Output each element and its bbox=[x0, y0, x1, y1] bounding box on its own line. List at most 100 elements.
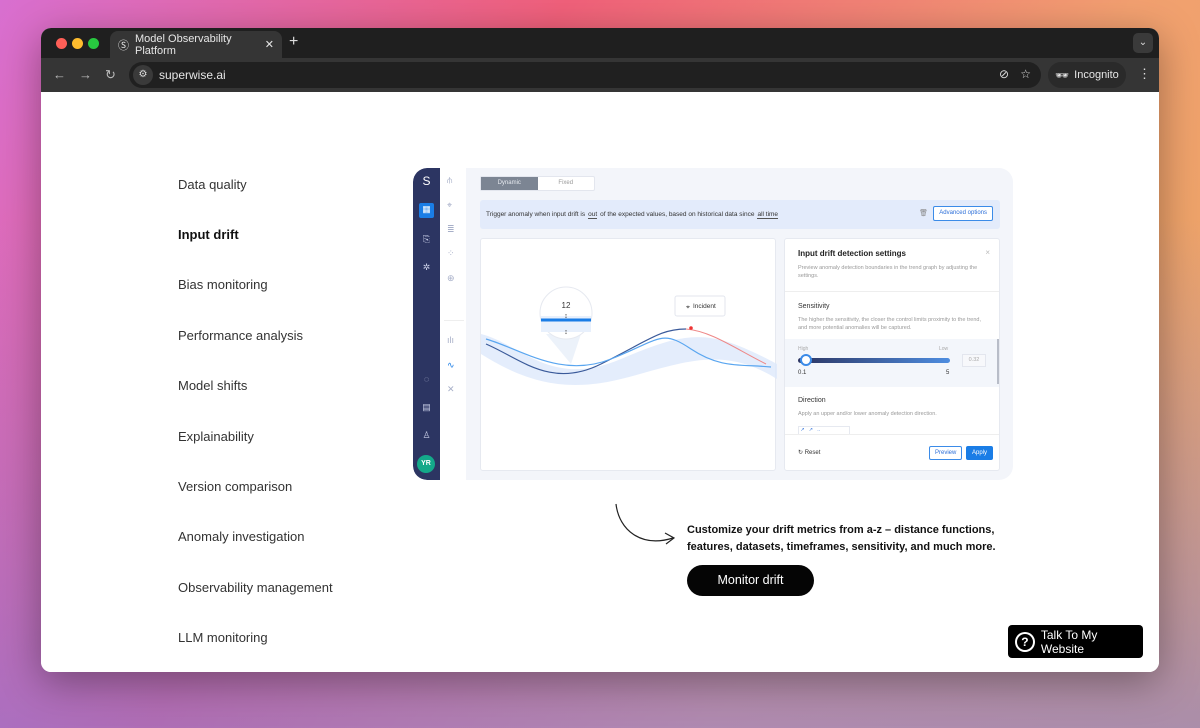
minimize-window-button[interactable] bbox=[72, 38, 83, 49]
chat-widget-button[interactable]: ? Talk To My Website bbox=[1008, 625, 1143, 658]
low-label: Low bbox=[939, 346, 949, 352]
tab-title: Model Observability Platform bbox=[135, 32, 232, 57]
secondary-nav: ⫛ ⌖ ≣ ⁘ ⊕ ılı ∿ ✕ bbox=[440, 168, 466, 480]
menu-item-performance-analysis[interactable]: Performance analysis bbox=[178, 328, 303, 343]
divider bbox=[785, 434, 999, 435]
menu-item-observability-management[interactable]: Observability management bbox=[178, 580, 333, 595]
zoom-search-icon[interactable]: ⊕ bbox=[447, 273, 455, 284]
bar-chart-icon[interactable]: ılı bbox=[447, 335, 454, 345]
star-icon[interactable]: ☆ bbox=[1020, 67, 1031, 81]
menu-item-input-drift[interactable]: Input drift bbox=[178, 227, 239, 242]
site-info-icon[interactable]: ⚙ bbox=[133, 65, 153, 85]
menu-item-explainability[interactable]: Explainability bbox=[178, 429, 254, 444]
direction-buttons[interactable]: ↗ ↗ ‥ bbox=[798, 426, 850, 434]
sensitivity-title: Sensitivity bbox=[798, 303, 830, 310]
curved-arrow-icon bbox=[615, 503, 676, 545]
menu-item-llm-monitoring[interactable]: LLM monitoring bbox=[178, 630, 268, 645]
max-label: 5 bbox=[946, 370, 950, 376]
crosshair-icon: ⌖ bbox=[686, 304, 690, 311]
direction-desc: Apply an upper and/or lower anomaly dete… bbox=[798, 411, 937, 417]
trigger-banner: Trigger anomaly when input drift is out … bbox=[480, 200, 1000, 229]
eye-off-icon[interactable]: ⊘ bbox=[999, 67, 1009, 81]
sensitivity-slider-area: High Low 0.1 5 0.32 bbox=[785, 339, 999, 387]
direction-title: Direction bbox=[798, 397, 826, 404]
direction-dropdown[interactable]: out bbox=[588, 211, 598, 219]
close-window-button[interactable] bbox=[56, 38, 67, 49]
reset-label: Reset bbox=[804, 450, 821, 456]
browser-tab[interactable]: Ⓢ Model Observability Platform ✕ bbox=[110, 31, 282, 58]
address-bar[interactable]: ⚙ superwise.ai ⊘ ☆ bbox=[129, 62, 1041, 88]
confidence-band bbox=[481, 334, 777, 385]
incident-point[interactable] bbox=[689, 326, 693, 330]
menu-item-version-comparison[interactable]: Version comparison bbox=[178, 479, 292, 494]
trend-graph: ↕ ↕ ⌖ 12 Incident bbox=[480, 238, 777, 471]
resize-arrows-icon: ↕ bbox=[564, 329, 568, 336]
svg-text:↕: ↕ bbox=[564, 313, 568, 320]
min-label: 0.1 bbox=[798, 370, 807, 376]
reset-icon: ↻ bbox=[798, 450, 804, 456]
page-content: Data quality Input drift Bias monitoring… bbox=[41, 92, 1159, 672]
incognito-button[interactable]: 🕶 Incognito bbox=[1048, 62, 1126, 88]
hierarchy-icon[interactable]: ⫛ bbox=[447, 175, 452, 186]
browser-window: Ⓢ Model Observability Platform ✕ + ⌄ ← → ↻… bbox=[41, 28, 1159, 672]
back-icon[interactable]: ← bbox=[53, 67, 66, 82]
scrollbar[interactable] bbox=[997, 339, 999, 384]
reset-button[interactable]: ↻ Reset bbox=[798, 449, 820, 456]
sensitivity-slider[interactable] bbox=[798, 358, 950, 363]
menu-item-anomaly-investigation[interactable]: Anomaly investigation bbox=[178, 529, 304, 544]
advanced-options-button[interactable]: Advanced options bbox=[933, 206, 993, 221]
site-favicon-icon: Ⓢ bbox=[118, 39, 129, 52]
toggle-dynamic[interactable]: Dynamic bbox=[481, 177, 538, 190]
cta-description: Customize your drift metrics from a-z – … bbox=[687, 524, 996, 553]
incident-label[interactable]: Incident bbox=[693, 303, 716, 310]
incognito-icon: 🕶 bbox=[1055, 69, 1070, 82]
chat-icon[interactable]: ◌ bbox=[420, 373, 433, 386]
more-menu-icon[interactable]: ⋮ bbox=[1138, 66, 1151, 82]
forward-icon[interactable]: → bbox=[79, 67, 92, 82]
banner-text-mid: of the expected values, based on histori… bbox=[600, 211, 755, 218]
tab-bar: Ⓢ Model Observability Platform ✕ + ⌄ bbox=[41, 28, 1159, 58]
add-user-icon[interactable]: ♙ bbox=[420, 429, 433, 442]
product-screenshot: S ▦ ⎘ ✲ ◌ ▤ ♙ YR ⫛ ⌖ ≣ ⁘ ⊕ ılı ∿ ✕ Dynam… bbox=[413, 168, 1013, 480]
bubble-value: 12 bbox=[561, 301, 571, 310]
dna-icon[interactable]: ✕ bbox=[447, 384, 455, 395]
chat-widget-label: Talk To My Website bbox=[1040, 627, 1098, 656]
period-dropdown[interactable]: all time bbox=[757, 211, 779, 219]
toggle-fixed[interactable]: Fixed bbox=[538, 177, 595, 190]
monitor-drift-button[interactable]: Monitor drift bbox=[687, 565, 814, 596]
question-icon: ? bbox=[1015, 631, 1035, 652]
browser-toolbar: ← → ↻ ⚙ superwise.ai ⊘ ☆ 🕶 Incognito ⋮ bbox=[41, 58, 1159, 92]
settings-panel: Input drift detection settings × Preview… bbox=[784, 238, 1000, 471]
tab-search-button[interactable]: ⌄ bbox=[1133, 33, 1153, 53]
menu-item-data-quality[interactable]: Data quality bbox=[178, 177, 247, 192]
new-tab-button[interactable]: + bbox=[289, 33, 298, 51]
close-tab-icon[interactable]: ✕ bbox=[265, 38, 274, 51]
reload-icon[interactable]: ↻ bbox=[105, 67, 116, 83]
url-text: superwise.ai bbox=[159, 68, 226, 82]
divider bbox=[785, 291, 999, 292]
slider-thumb[interactable] bbox=[799, 354, 812, 366]
superwise-logo-icon: S bbox=[422, 174, 431, 188]
target-icon[interactable]: ⌖ bbox=[447, 200, 452, 211]
sensitivity-desc: The higher the sensitivity, the closer t… bbox=[798, 317, 982, 331]
preview-button[interactable]: Preview bbox=[929, 446, 963, 460]
dashboard-icon[interactable]: ▦ bbox=[419, 203, 434, 218]
pulse-icon[interactable]: ∿ bbox=[447, 360, 455, 371]
banner-text: Trigger anomaly when input drift is bbox=[486, 211, 586, 218]
docs-icon[interactable]: ▤ bbox=[420, 401, 433, 414]
integrations-icon[interactable]: ✲ bbox=[420, 261, 433, 274]
models-icon[interactable]: ⎘ bbox=[420, 233, 433, 246]
settings-desc: Preview anomaly detection boundaries in … bbox=[798, 265, 978, 279]
maximize-window-button[interactable] bbox=[88, 38, 99, 49]
close-icon[interactable]: × bbox=[985, 248, 990, 257]
menu-item-bias-monitoring[interactable]: Bias monitoring bbox=[178, 277, 268, 292]
segments-icon[interactable]: ⁘ bbox=[447, 248, 455, 259]
menu-item-model-shifts[interactable]: Model shifts bbox=[178, 378, 247, 393]
apply-button[interactable]: Apply bbox=[966, 446, 994, 460]
sensitivity-value-input[interactable]: 0.32 bbox=[962, 354, 986, 367]
high-label: High bbox=[798, 346, 809, 352]
trash-icon[interactable]: 🗑 bbox=[919, 209, 928, 217]
avatar[interactable]: YR bbox=[417, 455, 435, 473]
database-icon[interactable]: ≣ bbox=[447, 224, 455, 235]
profile-label: Incognito bbox=[1074, 69, 1119, 81]
